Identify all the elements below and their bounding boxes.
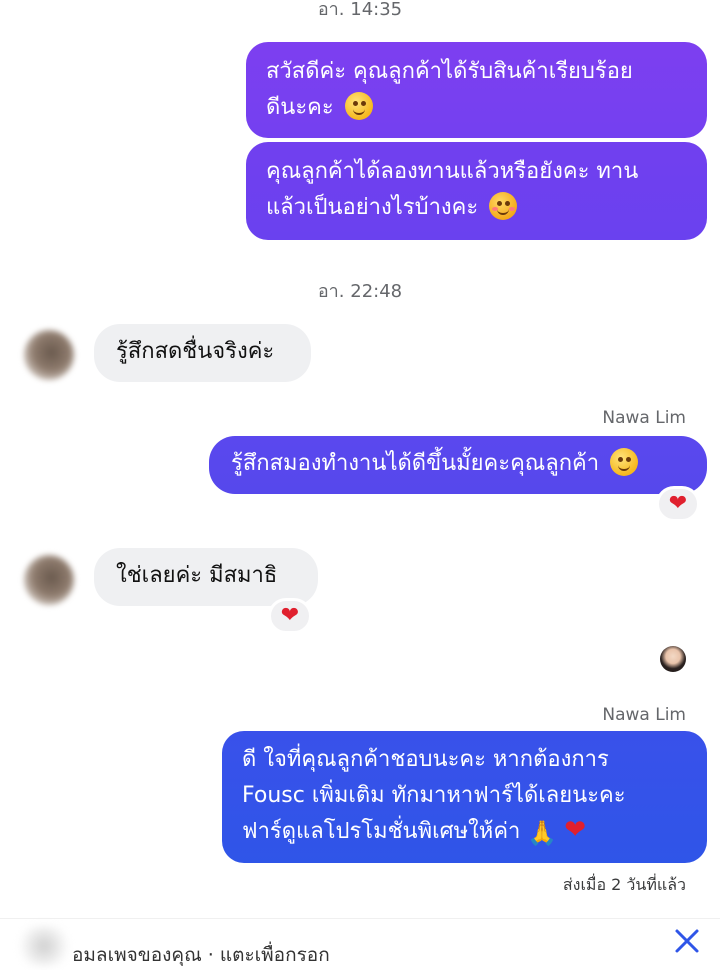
message-line: คุณลูกค้าได้ลองทานแล้วหรือยังคะ ทาน: [266, 159, 639, 184]
timestamp: อา. 22:48: [317, 281, 403, 302]
outgoing-message[interactable]: ดี ใจที่คุณลูกค้าชอบนะคะ หากต้องการ Fous…: [222, 731, 707, 863]
message-text: รู้สึกสมองทำงานได้ดีขึ้นมั้ยคะคุณลูกค้า: [231, 451, 600, 476]
blurred-icon: [14, 926, 74, 966]
seen-avatar: [660, 646, 686, 672]
message-text: รู้สึกสดชื่นจริงค่ะ: [116, 339, 275, 364]
sent-status: ส่งเมื่อ 2 วันที่แล้ว: [562, 875, 686, 894]
heart-icon: ❤: [280, 603, 300, 628]
message-text: ดีนะคะ: [266, 95, 334, 120]
message-line: Fousc เพิ่มเติม ทักมาหาฟาร์ได้เลยนะคะ: [242, 783, 626, 808]
sender-name: Nawa Lim: [602, 705, 686, 725]
incoming-message[interactable]: รู้สึกสดชื่นจริงค่ะ: [94, 324, 311, 382]
relieved-face-icon: [610, 448, 639, 476]
message-line: ดี ใจที่คุณลูกค้าชอบนะคะ หากต้องการ: [242, 747, 609, 772]
message-line-with-emoji: ฟาร์ดูแลโปรโมชั่นพิเศษให้ค่า 🙏 ❤: [242, 814, 687, 851]
message-text: แล้วเป็นอย่างไรบ้างคะ: [266, 195, 479, 220]
close-icon[interactable]: [672, 926, 702, 956]
message-text: ใช่เลยค่ะ มีสมาธิ: [116, 563, 278, 588]
smiling-face-icon: [344, 92, 373, 120]
reaction-badge[interactable]: ❤: [268, 598, 312, 634]
sender-name: Nawa Lim: [602, 408, 686, 428]
heart-icon: ❤: [668, 491, 688, 516]
message-line-with-emoji: แล้วเป็นอย่างไรบ้างคะ: [266, 190, 687, 226]
outgoing-message[interactable]: สวัสดีค่ะ คุณลูกค้าได้รับสินค้าเรียบร้อย…: [246, 42, 707, 138]
avatar[interactable]: [24, 555, 74, 605]
heart-icon: ❤: [564, 815, 587, 845]
reaction-badge[interactable]: ❤: [656, 486, 700, 522]
message-text: ฟาร์ดูแลโปรโมชั่นพิเศษให้ค่า: [242, 819, 521, 844]
message-line-with-emoji: ดีนะคะ: [266, 90, 687, 126]
message-line: สวัสดีค่ะ คุณลูกค้าได้รับสินค้าเรียบร้อย: [266, 59, 633, 84]
folded-hands-icon: 🙏: [527, 819, 558, 847]
outgoing-message[interactable]: คุณลูกค้าได้ลองทานแล้วหรือยังคะ ทาน แล้ว…: [246, 142, 707, 240]
avatar[interactable]: [24, 330, 74, 380]
outgoing-message[interactable]: รู้สึกสมองทำงานได้ดีขึ้นมั้ยคะคุณลูกค้า: [209, 436, 707, 494]
autofill-prompt[interactable]: อมลเพจของคุณ · แตะเพื่อกรอก: [72, 940, 330, 970]
smiling-face-with-hearts-icon: [489, 192, 518, 220]
timestamp: อา. 14:35: [317, 0, 403, 20]
